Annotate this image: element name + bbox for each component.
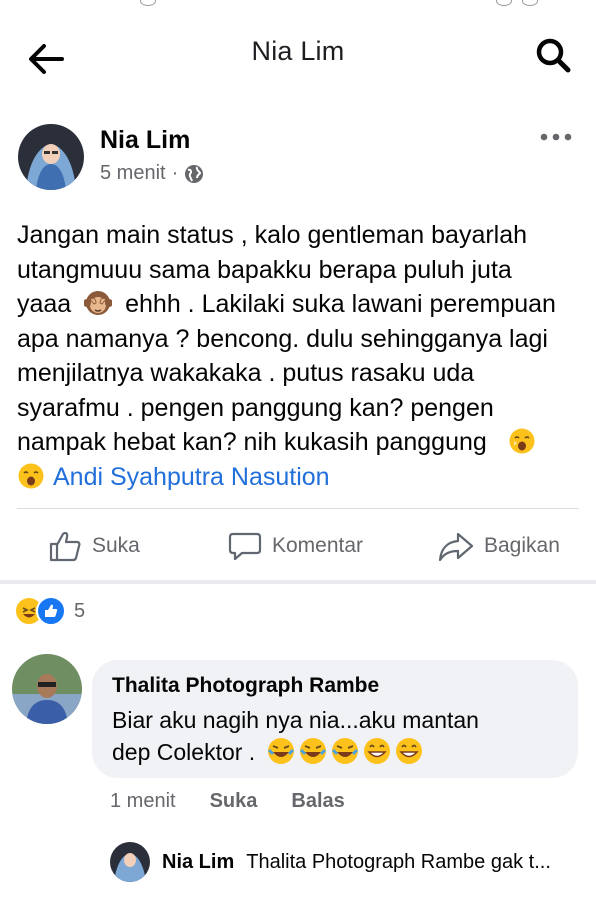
comment-icon (228, 532, 262, 561)
post-header: Nia Lim 5 menit · (0, 120, 596, 200)
post-line-text: nampak hebat kan? nih kukasih panggung (17, 428, 487, 456)
yawning-face-icon (509, 428, 535, 454)
search-icon[interactable] (534, 36, 572, 74)
commenter-avatar[interactable] (12, 654, 82, 724)
comment-label: Komentar (272, 534, 364, 557)
page-title: Nia Lim (251, 35, 345, 66)
post-line: apa namanya ? bencong. dulu sehingganya … (17, 324, 548, 353)
yawning-face-icon (18, 463, 44, 488)
post-text: Jangan main status , kalo gentleman baya… (17, 218, 583, 494)
comment-line-text: dep Colektor . (112, 739, 256, 765)
reaction-count: 5 (74, 599, 86, 622)
globe-icon (185, 164, 204, 183)
post-line: menjilatnya wakakaka . putus rasaku uda (17, 359, 475, 387)
post-line: nampak hebat kan? nih kukasih panggung (17, 425, 583, 460)
comment-text: Biar aku nagih nya nia...aku mantan dep … (112, 704, 479, 768)
post-line-text: yaaa (17, 290, 72, 318)
like-button[interactable]: Suka (48, 518, 140, 574)
arrow-left-icon[interactable] (26, 42, 66, 76)
post-actions: Suka Komentar Bagikan (0, 518, 596, 574)
status-icon (140, 0, 156, 6)
share-icon (438, 532, 474, 562)
laughing-emoji-icons (267, 738, 422, 764)
comment-time: 1 menit (110, 790, 176, 812)
post-line: utangmuuu sama bapakku berapa puluh juta (17, 255, 512, 284)
reply-avatar (110, 842, 150, 882)
post-line: syarafmu . pengen panggung kan? pengen (17, 393, 494, 422)
section-separator (0, 580, 596, 584)
post-line: Jangan main status , kalo gentleman baya… (17, 221, 528, 249)
share-label: Bagikan (484, 534, 560, 557)
post-time[interactable]: 5 menit (100, 162, 166, 185)
battery-icon (522, 0, 538, 6)
comment-like-link[interactable]: Suka (210, 790, 258, 813)
share-button[interactable]: Bagikan (438, 518, 560, 574)
post-line: Andi Syahputra Nasution (17, 460, 583, 495)
post-author[interactable]: Nia Lim (100, 126, 190, 155)
divider (17, 508, 579, 509)
post-line-text: ehhh . Lakilaki suka lawani perempuan (125, 290, 556, 318)
mention-link[interactable]: Andi Syahputra Nasution (53, 463, 330, 491)
comment-reply-link[interactable]: Balas (291, 790, 344, 813)
top-bar: Nia Lim (0, 12, 596, 90)
comment-author[interactable]: Thalita Photograph Rambe (112, 674, 379, 698)
reaction-summary[interactable]: 5 (14, 596, 85, 626)
avatar[interactable] (18, 124, 84, 190)
status-bar (0, 0, 596, 12)
signal-icon (496, 0, 512, 6)
reply-author: Nia Lim (162, 850, 235, 873)
comment-line: Biar aku nagih nya nia...aku mantan (112, 707, 479, 733)
reply-text: Thalita Photograph Rambe gak t... (246, 850, 551, 873)
see-no-evil-monkey-icon (84, 291, 113, 315)
post-line: yaaa ehhh . Lakilaki suka lawani perempu… (17, 287, 583, 322)
thumbs-up-icon (49, 531, 81, 562)
more-options-icon[interactable] (540, 132, 572, 142)
like-label: Suka (92, 534, 140, 557)
comment-bubble: Thalita Photograph Rambe Biar aku nagih … (92, 660, 578, 778)
comment-meta: 1 menit Suka Balas (110, 790, 345, 813)
reply-preview[interactable]: Nia Lim Thalita Photograph Rambe gak t..… (110, 842, 551, 882)
comment-line: dep Colektor . (112, 736, 479, 768)
comment-button[interactable]: Komentar (228, 518, 363, 574)
meta-separator: · (171, 162, 179, 184)
like-reaction-icon (36, 596, 66, 626)
post-meta: 5 menit · (100, 162, 204, 185)
